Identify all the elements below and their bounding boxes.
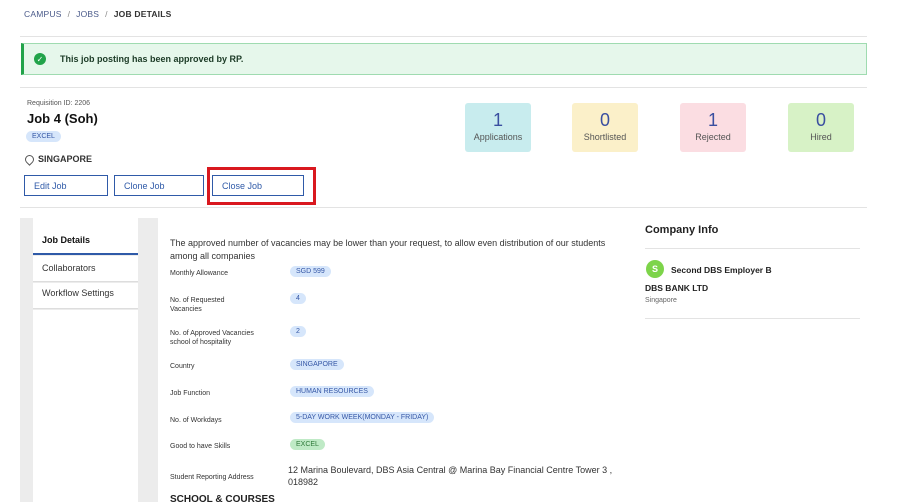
breadcrumb: CAMPUS / JOBS / JOB DETAILS	[24, 9, 172, 19]
job-title: Job 4 (Soh)	[27, 111, 98, 126]
stat-count: 0	[599, 110, 610, 130]
stat-label: Applications	[473, 132, 523, 142]
company-location: Singapore	[645, 297, 677, 304]
detail-value: SINGAPORE	[290, 359, 344, 370]
sidebar-panel	[33, 310, 138, 502]
sidebar-item-collaborators[interactable]: Collaborators	[33, 256, 138, 282]
detail-value: HUMAN RESOURCES	[290, 386, 374, 397]
alert-message: This job posting has been approved by RP…	[60, 54, 244, 64]
detail-label: No. of Approved Vacancies school of hosp…	[170, 330, 254, 346]
check-circle-icon: ✓	[34, 53, 46, 65]
requisition-id: Requisition ID: 2206	[27, 100, 91, 107]
sidebar-item-workflow-settings[interactable]: Workflow Settings	[33, 283, 138, 309]
stat-hired[interactable]: 0 Hired	[788, 103, 854, 152]
divider	[645, 248, 860, 249]
stat-count: 0	[815, 110, 826, 130]
reporting-address: 12 Marina Boulevard, DBS Asia Central @ …	[288, 465, 613, 487]
divider	[20, 36, 867, 37]
detail-value: 4	[290, 293, 306, 304]
employer-name: Second DBS Employer B	[671, 265, 772, 275]
detail-label: Student Reporting Address	[170, 474, 254, 481]
breadcrumb-current: JOB DETAILS	[113, 9, 172, 19]
detail-label: Monthly Allowance	[170, 270, 228, 277]
close-job-button[interactable]: Close Job	[212, 175, 304, 196]
divider	[645, 318, 860, 319]
divider	[20, 87, 867, 88]
avatar: S	[646, 260, 664, 278]
skill-tag: EXCEL	[26, 131, 61, 142]
job-location: SINGAPORE	[23, 152, 93, 166]
breadcrumb-separator: /	[67, 9, 71, 19]
stat-shortlisted[interactable]: 0 Shortlisted	[572, 103, 638, 152]
stat-count: 1	[492, 110, 503, 130]
stat-label: Shortlisted	[583, 132, 627, 142]
stat-count: 1	[707, 110, 718, 130]
detail-label: Country	[170, 363, 195, 370]
breadcrumb-campus[interactable]: CAMPUS	[24, 9, 62, 19]
company-info-heading: Company Info	[645, 224, 719, 236]
map-pin-icon	[23, 152, 36, 166]
vacancy-note: The approved number of vacancies may be …	[170, 238, 606, 261]
detail-value: 2	[290, 326, 306, 337]
stat-label: Hired	[810, 132, 832, 142]
detail-label: No. of Requested Vacancies	[170, 297, 225, 313]
sidebar: Job Details Collaborators Workflow Setti…	[20, 218, 158, 502]
detail-label: No. of Workdays	[170, 417, 222, 424]
stat-rejected[interactable]: 1 Rejected	[680, 103, 746, 152]
detail-value: EXCEL	[290, 439, 325, 450]
company-name: DBS BANK LTD	[645, 283, 709, 293]
stat-label: Rejected	[695, 132, 731, 142]
location-label: SINGAPORE	[38, 154, 93, 164]
detail-label: Good to have Skills	[170, 443, 231, 450]
sidebar-item-job-details[interactable]: Job Details	[33, 218, 138, 255]
detail-label: Job Function	[170, 390, 211, 397]
breadcrumb-jobs[interactable]: JOBS	[76, 9, 99, 19]
divider	[20, 207, 867, 208]
approval-alert: ✓ This job posting has been approved by …	[21, 43, 867, 75]
edit-job-button[interactable]: Edit Job	[24, 175, 108, 196]
stat-applications[interactable]: 1 Applications	[465, 103, 531, 152]
detail-value: 5-DAY WORK WEEK(MONDAY - FRIDAY)	[290, 412, 435, 423]
detail-value: SGD 599	[290, 266, 331, 277]
breadcrumb-separator: /	[105, 9, 108, 19]
section-heading: SCHOOL & COURSES	[170, 494, 275, 502]
clone-job-button[interactable]: Clone Job	[114, 175, 204, 196]
